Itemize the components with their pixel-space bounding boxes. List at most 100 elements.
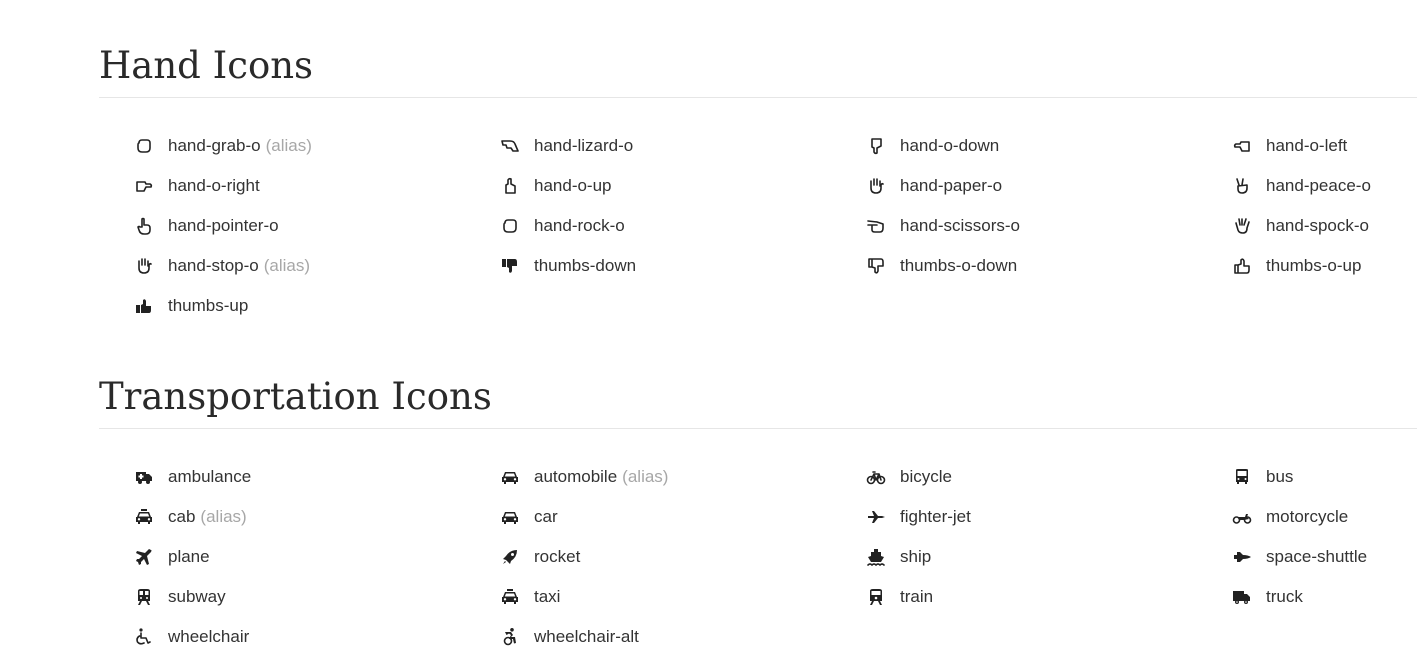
icon-label: hand-rock-o	[534, 216, 625, 235]
hand-pointer-o-icon	[132, 214, 156, 238]
icon-item-hand-grab-o[interactable]: hand-grab-o (alias)	[132, 126, 498, 166]
icon-label: truck	[1266, 587, 1303, 606]
icon-item-truck[interactable]: truck	[1230, 577, 1417, 617]
icon-item-thumbs-up[interactable]: thumbs-up	[132, 286, 498, 326]
hand-peace-o-icon	[1230, 174, 1254, 198]
bus-icon	[1230, 465, 1254, 489]
fighter-jet-icon	[864, 505, 888, 529]
thumbs-o-down-icon	[864, 254, 888, 278]
ship-icon	[864, 545, 888, 569]
icon-label: hand-pointer-o	[168, 216, 279, 235]
plane-icon	[132, 545, 156, 569]
thumbs-o-up-icon	[1230, 254, 1254, 278]
section-title: Transportation Icons	[99, 375, 492, 418]
icon-item-subway[interactable]: subway	[132, 577, 498, 617]
icon-label: train	[900, 587, 934, 606]
alias-tag: (alias)	[263, 256, 311, 275]
wheelchair-alt-icon	[498, 625, 522, 649]
icon-label: hand-o-left	[1266, 136, 1348, 155]
icon-item-space-shuttle[interactable]: space-shuttle	[1230, 537, 1417, 577]
hand-rock-o-icon	[498, 214, 522, 238]
alias-tag: (alias)	[265, 136, 312, 155]
car-icon	[498, 505, 522, 529]
icon-item-hand-paper-o[interactable]: hand-paper-o	[864, 166, 1230, 206]
icon-grid: hand-grab-o (alias) hand-lizard-o hand-o-do…	[132, 126, 1417, 326]
icon-label: hand-o-right	[168, 176, 260, 195]
icon-item-hand-stop-o[interactable]: hand-stop-o (alias)	[132, 246, 498, 286]
icon-item-wheelchair-alt[interactable]: wheelchair-alt	[498, 617, 864, 657]
subway-icon	[132, 585, 156, 609]
icon-item-taxi[interactable]: taxi	[498, 577, 864, 617]
hand-grab-o-icon	[132, 134, 156, 158]
icon-item-thumbs-down[interactable]: thumbs-down	[498, 246, 864, 286]
icon-item-plane[interactable]: plane	[132, 537, 498, 577]
icon-label: bicycle	[900, 467, 952, 486]
icon-label: plane	[168, 547, 210, 566]
icon-item-hand-rock-o[interactable]: hand-rock-o	[498, 206, 864, 246]
icon-label: thumbs-o-up	[1266, 256, 1362, 275]
taxi-icon	[498, 585, 522, 609]
hand-o-down-icon	[864, 134, 888, 158]
icon-item-hand-o-right[interactable]: hand-o-right	[132, 166, 498, 206]
hand-scissors-o-icon	[864, 214, 888, 238]
thumbs-down-icon	[498, 254, 522, 278]
icon-label: hand-spock-o	[1266, 216, 1370, 235]
icon-item-hand-spock-o[interactable]: hand-spock-o	[1230, 206, 1417, 246]
icon-label: ship	[900, 547, 932, 566]
icon-label: hand-stop-o	[168, 256, 259, 275]
hand-o-up-icon	[498, 174, 522, 198]
icon-label: subway	[168, 587, 226, 606]
truck-icon	[1230, 585, 1254, 609]
icon-item-hand-peace-o[interactable]: hand-peace-o	[1230, 166, 1417, 206]
icon-item-ship[interactable]: ship	[864, 537, 1230, 577]
icon-item-rocket[interactable]: rocket	[498, 537, 864, 577]
cab-icon	[132, 505, 156, 529]
icon-item-fighter-jet[interactable]: fighter-jet	[864, 497, 1230, 537]
automobile-icon	[498, 465, 522, 489]
icon-item-wheelchair[interactable]: wheelchair	[132, 617, 498, 657]
icon-item-thumbs-o-down[interactable]: thumbs-o-down	[864, 246, 1230, 286]
icon-label: hand-grab-o	[168, 136, 261, 155]
icon-label: hand-peace-o	[1266, 176, 1371, 195]
icon-item-hand-o-down[interactable]: hand-o-down	[864, 126, 1230, 166]
alias-tag: (alias)	[622, 467, 669, 486]
icon-label: rocket	[534, 547, 581, 566]
icon-item-bus[interactable]: bus	[1230, 457, 1417, 497]
icon-label: bus	[1266, 467, 1294, 486]
icon-label: hand-lizard-o	[534, 136, 634, 155]
icon-item-hand-o-up[interactable]: hand-o-up	[498, 166, 864, 206]
icon-item-thumbs-o-up[interactable]: thumbs-o-up	[1230, 246, 1417, 286]
icon-item-car[interactable]: car	[498, 497, 864, 537]
hand-lizard-o-icon	[498, 134, 522, 158]
alias-tag: (alias)	[200, 507, 247, 526]
icon-item-bicycle[interactable]: bicycle	[864, 457, 1230, 497]
icon-grid: ambulance automobile (alias) bicycle bus cab(…	[132, 457, 1417, 657]
train-icon	[864, 585, 888, 609]
icon-item-hand-o-left[interactable]: hand-o-left	[1230, 126, 1417, 166]
section-title: Hand Icons	[99, 44, 314, 87]
rocket-icon	[498, 545, 522, 569]
icon-item-hand-lizard-o[interactable]: hand-lizard-o	[498, 126, 864, 166]
bicycle-icon	[864, 465, 888, 489]
icon-label: ambulance	[168, 467, 252, 486]
icon-label: hand-o-up	[534, 176, 612, 195]
icon-label: thumbs-o-down	[900, 256, 1018, 275]
icon-label: taxi	[534, 587, 561, 606]
icon-item-motorcycle[interactable]: motorcycle	[1230, 497, 1417, 537]
icon-item-ambulance[interactable]: ambulance	[132, 457, 498, 497]
wheelchair-icon	[132, 625, 156, 649]
icon-label: hand-o-down	[900, 136, 1000, 155]
hand-icons-section: Hand Icons hand-grab-o (alias) hand-lizard…	[99, 43, 1417, 326]
icon-label: space-shuttle	[1266, 547, 1368, 566]
icon-label: wheelchair	[168, 627, 250, 646]
icon-item-cab[interactable]: cab (alias)	[132, 497, 498, 537]
icon-label: thumbs-up	[168, 296, 249, 315]
thumbs-up-icon	[132, 294, 156, 318]
icon-item-hand-scissors-o[interactable]: hand-scissors-o	[864, 206, 1230, 246]
icon-item-automobile[interactable]: automobile (alias)	[498, 457, 864, 497]
icon-label: hand-paper-o	[900, 176, 1003, 195]
ambulance-icon	[132, 465, 156, 489]
hand-spock-o-icon	[1230, 214, 1254, 238]
icon-item-hand-pointer-o[interactable]: hand-pointer-o	[132, 206, 498, 246]
icon-item-train[interactable]: train	[864, 577, 1230, 617]
